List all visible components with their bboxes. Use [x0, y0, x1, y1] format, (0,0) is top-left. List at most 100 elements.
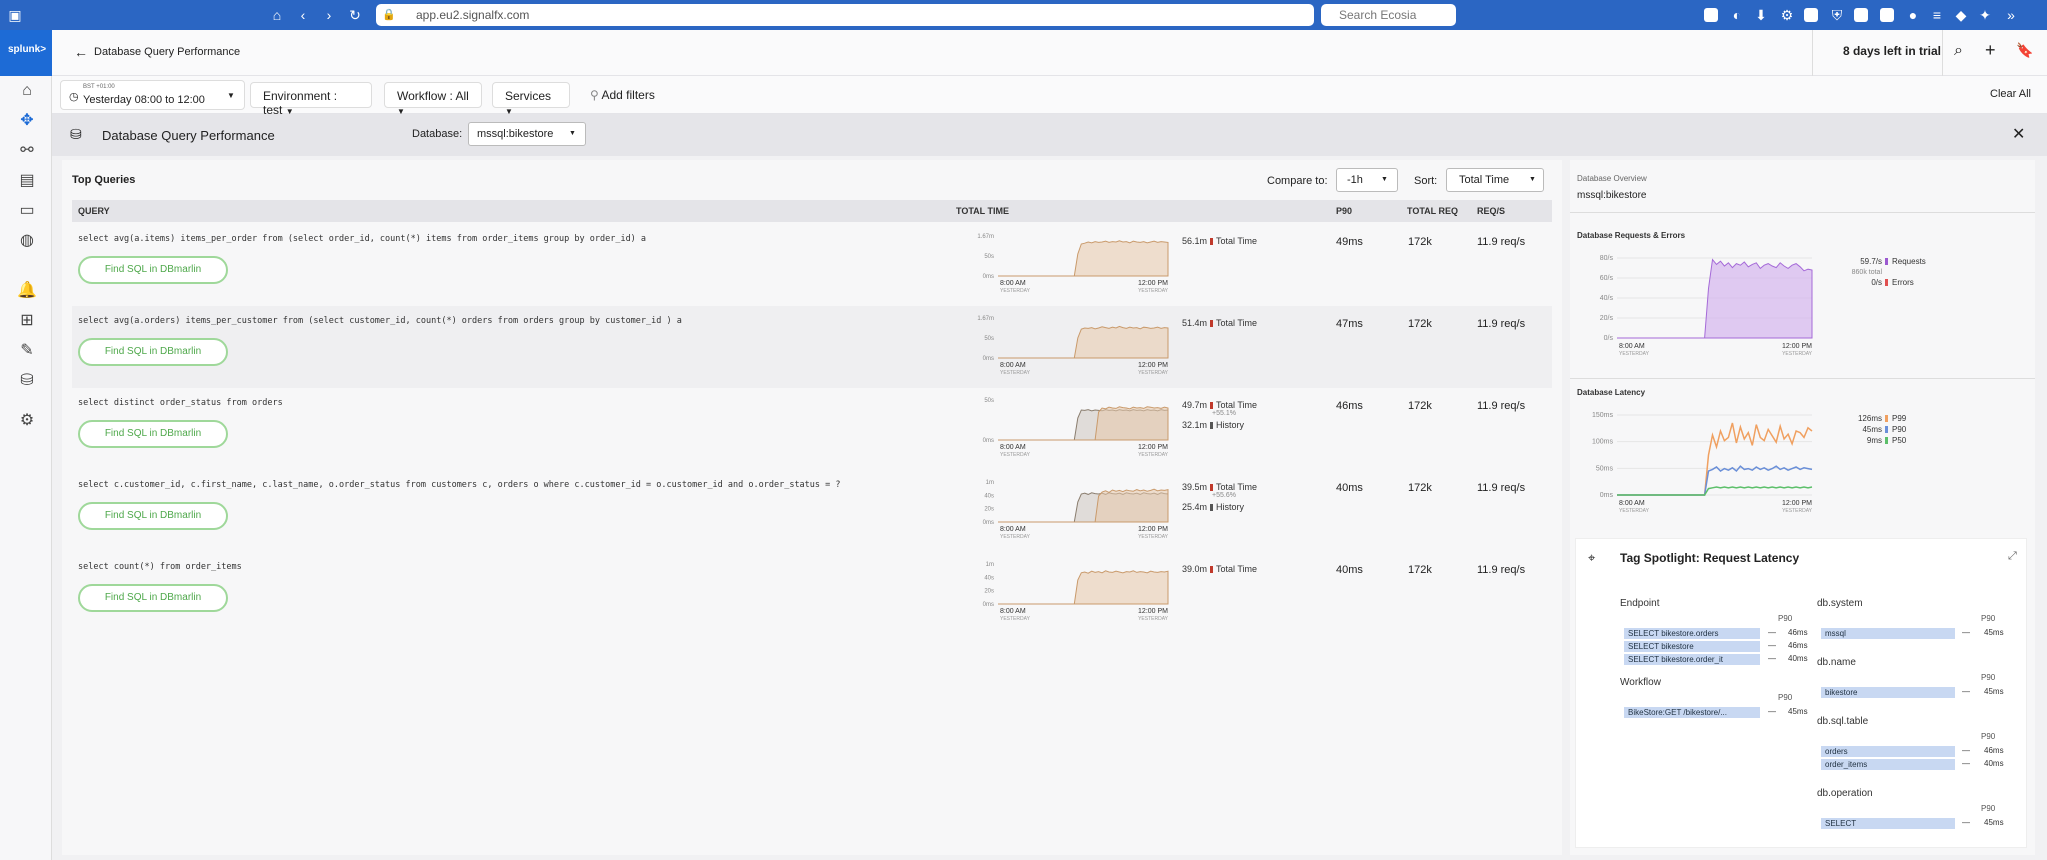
trial-badge[interactable]: 8 days left in trial: [1817, 44, 1967, 58]
query-sql-text: select avg(a.orders) items_per_customer …: [78, 316, 682, 326]
tag-value-dash: —: [1962, 746, 1970, 755]
alerts-icon[interactable]: 🔔: [16, 280, 38, 302]
column-header-req-s[interactable]: REQ/S: [1477, 206, 1505, 216]
column-header-p90[interactable]: P90: [1336, 206, 1352, 216]
find-sql-button[interactable]: Find SQL in DBmarlin: [78, 584, 228, 612]
page-title: Database Query Performance: [94, 46, 241, 58]
apm-icon[interactable]: ✥: [16, 110, 38, 132]
browser-search-input[interactable]: Search Ecosia: [1321, 4, 1456, 26]
tag-value-bar[interactable]: mssql: [1821, 628, 1955, 639]
close-icon[interactable]: ✕: [2012, 124, 2025, 144]
workflow-filter[interactable]: Workflow : All ▼: [384, 82, 482, 116]
add-filters-button[interactable]: ⚲ Add filters: [578, 82, 688, 108]
find-sql-button[interactable]: Find SQL in DBmarlin: [78, 256, 228, 284]
metrics-icon[interactable]: ✎: [16, 340, 38, 362]
database-select[interactable]: mssql:bikestore ▼: [468, 122, 586, 146]
home-icon[interactable]: ⌂: [268, 6, 286, 24]
total-time-sparkline: 1.67m50s0ms8:00 AM 12:00 PMYESTERDAY YESTE…: [977, 316, 1168, 376]
y-tick-label: 80/s: [1600, 255, 1614, 262]
x-axis-sub-label: YESTERDAY: [1782, 508, 1813, 514]
legend-swatch: [1885, 258, 1888, 265]
sparkline-tick-label: 40s: [984, 575, 994, 581]
back-icon[interactable]: ‹: [294, 6, 312, 24]
table-row[interactable]: select c.customer_id, c.first_name, c.la…: [72, 470, 1552, 552]
environment-filter[interactable]: Environment : test ▼: [250, 82, 372, 117]
add-filters-label: Add filters: [601, 88, 655, 102]
tag-group-title: Endpoint: [1620, 598, 1660, 609]
query-sql-text: select c.customer_id, c.first_name, c.la…: [78, 480, 841, 490]
extension-icon[interactable]: [1804, 8, 1818, 22]
home-icon[interactable]: ⌂: [16, 80, 38, 102]
clear-all-button[interactable]: Clear All: [1990, 88, 2031, 100]
pocket-icon[interactable]: ◐: [1728, 6, 1746, 24]
shield-icon[interactable]: ⛨: [1828, 6, 1846, 24]
tag-value-bar[interactable]: SELECT bikestore: [1624, 641, 1760, 652]
sidebar-toggle-icon[interactable]: ▣: [6, 6, 24, 24]
sparkline-tick-label: 40s: [984, 493, 994, 499]
column-header-total-req[interactable]: TOTAL REQ: [1407, 206, 1458, 216]
find-sql-button[interactable]: Find SQL in DBmarlin: [78, 502, 228, 530]
axis-end-label: 12:00 PM: [1138, 444, 1168, 451]
tag-value-bar[interactable]: SELECT bikestore.order_it: [1624, 654, 1760, 665]
axis-start-label: 8:00 AM: [1000, 608, 1026, 615]
add-icon[interactable]: +: [1985, 40, 1996, 61]
compare-select[interactable]: -1h ▼: [1336, 168, 1398, 192]
tag-value-bar[interactable]: BikeStore:GET /bikestore/...: [1624, 707, 1760, 718]
infrastructure-icon[interactable]: ▭: [16, 200, 38, 222]
extension-icon[interactable]: [1854, 8, 1868, 22]
menu-icon[interactable]: ≡: [1928, 6, 1946, 24]
data-management-icon[interactable]: ⊞: [16, 310, 38, 332]
p90-column-label: P90: [1778, 614, 1793, 623]
tag-group-title: db.operation: [1817, 788, 1873, 799]
req-s-value: 11.9 req/s: [1477, 236, 1526, 248]
rum-icon[interactable]: ◍: [16, 230, 38, 252]
service-map-icon[interactable]: ⚯: [16, 140, 38, 162]
profile-icon[interactable]: ●: [1904, 6, 1922, 24]
table-row[interactable]: select avg(a.items) items_per_order from…: [72, 224, 1552, 306]
dashboards-icon[interactable]: ▤: [16, 170, 38, 192]
expand-icon[interactable]: ⤢: [2008, 550, 2017, 563]
database-icon[interactable]: ⛁: [16, 370, 38, 392]
tag-value-bar[interactable]: SELECT bikestore.orders: [1624, 628, 1760, 639]
services-filter[interactable]: Services ▼: [492, 82, 570, 116]
bookmark-icon[interactable]: 🔖: [2016, 42, 2033, 59]
splunk-logo[interactable]: splunk>: [0, 30, 52, 76]
tag-value-bar[interactable]: bikestore: [1821, 687, 1955, 698]
table-row[interactable]: select avg(a.orders) items_per_customer …: [72, 306, 1552, 388]
tag-value-bar[interactable]: orders: [1821, 746, 1955, 757]
table-row[interactable]: select distinct order_status from orders…: [72, 388, 1552, 470]
find-sql-button[interactable]: Find SQL in DBmarlin: [78, 420, 228, 448]
table-row[interactable]: select count(*) from order_items Find SQL…: [72, 552, 1552, 634]
time-picker[interactable]: ◷ BST +01:00 Yesterday 08:00 to 12:00 ▼: [60, 80, 245, 110]
total-time-value: 39.5m: [1182, 482, 1208, 492]
back-arrow-icon[interactable]: ←: [74, 44, 88, 60]
puzzle-icon[interactable]: ✦: [1976, 6, 1994, 24]
reload-icon[interactable]: ↻: [346, 6, 364, 24]
download-icon[interactable]: ⬇: [1752, 6, 1770, 24]
chevron-down-icon: ▼: [227, 91, 235, 100]
addon-icon[interactable]: ◆: [1952, 6, 1970, 24]
extension-icon[interactable]: [1704, 8, 1718, 22]
legend-value: 9ms: [1867, 436, 1882, 445]
forward-icon[interactable]: ›: [320, 6, 338, 24]
overflow-icon[interactable]: »: [2002, 6, 2020, 24]
column-header-total-time[interactable]: TOTAL TIME: [956, 206, 1009, 216]
settings-icon[interactable]: ⚙: [16, 410, 38, 432]
search-icon[interactable]: ⌕: [1954, 42, 1963, 60]
req-s-value: 11.9 req/s: [1477, 318, 1526, 330]
tag-value-bar[interactable]: order_items: [1821, 759, 1955, 770]
environment-label: Environment : test: [263, 89, 338, 117]
compare-value: -1h: [1347, 174, 1363, 186]
column-header-query[interactable]: QUERY: [78, 206, 110, 216]
requests-chart: 80/s60/s40/s20/s0/s8:00 AM 12:00 PMYESTER…: [1600, 255, 1926, 357]
extension-icon[interactable]: [1880, 8, 1894, 22]
dashboard-title: Database Query Performance: [102, 128, 275, 143]
tag-value-bar[interactable]: SELECT: [1821, 818, 1955, 829]
address-bar[interactable]: app.eu2.signalfx.com: [376, 4, 1314, 26]
find-sql-button[interactable]: Find SQL in DBmarlin: [78, 338, 228, 366]
tag-spotlight-title[interactable]: Tag Spotlight: Request Latency: [1620, 551, 1799, 565]
axis-sub-label: YESTERDAY: [1000, 534, 1031, 540]
settings-icon[interactable]: ⚙: [1778, 6, 1796, 24]
p90-column-label: P90: [1981, 614, 1996, 623]
sort-select[interactable]: Total Time ▼: [1446, 168, 1544, 192]
